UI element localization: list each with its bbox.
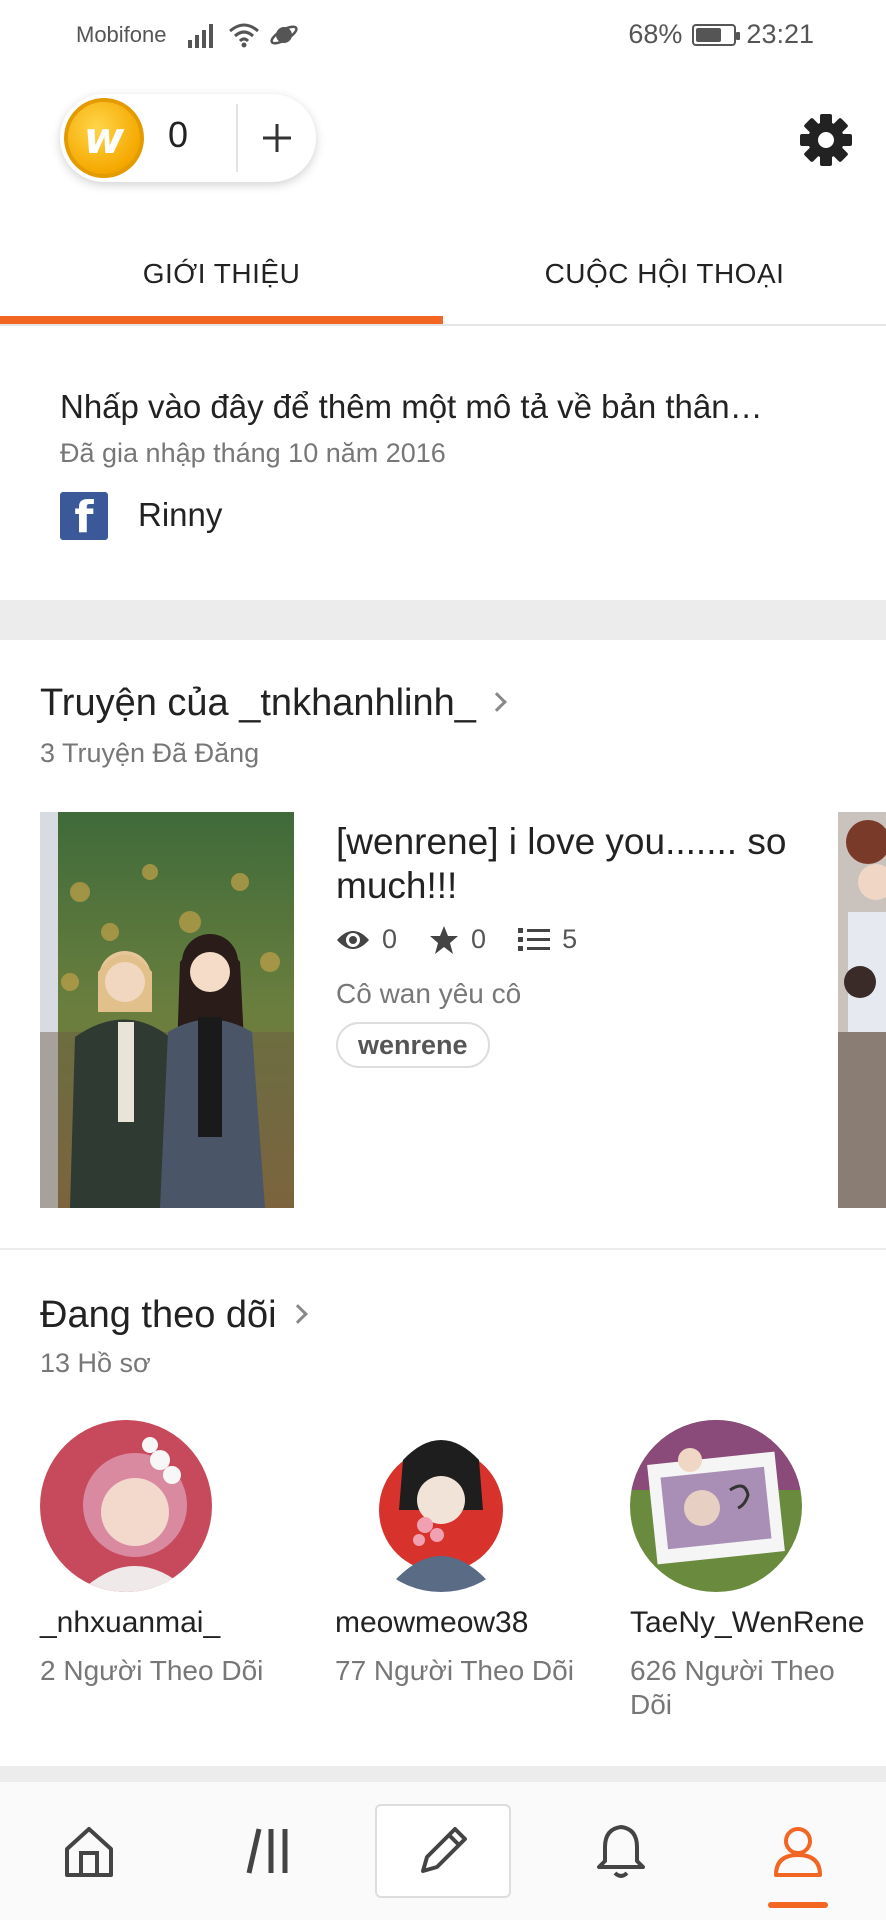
parts-stat: 5 — [518, 924, 577, 955]
profile-followers: 2 Người Theo Dõi — [40, 1655, 264, 1686]
section-divider — [0, 600, 886, 640]
coin-balance-pill[interactable]: w 0 — [60, 94, 316, 182]
list-icon — [518, 927, 551, 951]
add-description-prompt[interactable]: Nhấp vào đây để thêm một mô tả về bản th… — [60, 388, 763, 426]
battery-percent: 68% — [628, 19, 683, 49]
plus-icon — [263, 124, 291, 152]
avatar — [355, 1420, 527, 1592]
votes-stat: 0 — [429, 924, 486, 955]
active-nav-indicator — [768, 1902, 828, 1908]
following-count: 13 Hồ sơ — [40, 1348, 151, 1378]
facebook-icon: f — [60, 492, 108, 540]
home-icon — [65, 1827, 113, 1877]
profile-name: meowmeow38 — [335, 1606, 529, 1639]
stories-title: Truyện của _tnkhanhlinh_ — [40, 682, 476, 724]
avatar — [630, 1420, 802, 1592]
profile-icon — [774, 1827, 822, 1877]
coin-count: 0 — [168, 114, 189, 155]
votes-count: 0 — [471, 924, 487, 954]
story-tag[interactable]: wenrene — [336, 1022, 490, 1068]
signal-icons — [188, 22, 298, 48]
eye-icon — [337, 930, 369, 949]
status-bar: Mobifone 68% 23:21 — [0, 0, 886, 70]
tab-about[interactable]: GIỚI THIỆU — [0, 224, 443, 324]
library-icon — [246, 1828, 288, 1874]
stories-count: 3 Truyện Đã Đăng — [40, 738, 260, 768]
stories-header[interactable]: Truyện của _tnkhanhlinh_ — [40, 682, 507, 725]
nav-notifications[interactable] — [556, 1782, 686, 1920]
chevron-right-icon — [287, 1304, 308, 1324]
wifi-icon — [229, 23, 259, 48]
buy-coins-button[interactable] — [238, 94, 316, 182]
section-divider-thin — [0, 1248, 886, 1250]
coin-icon: w — [64, 98, 144, 178]
facebook-name[interactable]: Rinny — [138, 496, 222, 534]
story-stats: 0 0 5 — [336, 924, 609, 955]
bottom-divider — [0, 1766, 886, 1782]
parts-count: 5 — [562, 924, 578, 954]
write-icon — [421, 1827, 467, 1873]
signal-icon — [188, 24, 213, 48]
tab-conversations[interactable]: CUỘC HỘI THOẠI — [443, 224, 886, 324]
joined-date: Đã gia nhập tháng 10 năm 2016 — [60, 438, 446, 468]
story-cover[interactable] — [40, 812, 294, 1208]
following-title: Đang theo dõi — [40, 1294, 277, 1336]
followed-profile[interactable]: meowmeow38 77 Người Theo Dõi — [335, 1420, 585, 1688]
avatar — [40, 1420, 212, 1592]
profile-followers: 626 Người Theo Dõi — [630, 1655, 835, 1720]
star-icon — [430, 925, 459, 954]
bottom-navigation — [0, 1782, 886, 1920]
profile-tabs: GIỚI THIỆU CUỘC HỘI THOẠI — [0, 224, 886, 326]
settings-button[interactable] — [798, 112, 854, 168]
chevron-right-icon — [486, 692, 507, 712]
battery-icon — [692, 23, 741, 46]
profile-followers: 77 Người Theo Dõi — [335, 1655, 574, 1686]
nav-library[interactable] — [204, 1782, 334, 1920]
views-stat: 0 — [336, 924, 397, 955]
profile-name: _nhxuanmai_ — [40, 1606, 221, 1639]
clock: 23:21 — [746, 19, 814, 49]
next-story-cover[interactable] — [838, 812, 886, 1208]
followed-profile[interactable]: TaeNy_WenRene 626 Người Theo Dõi — [630, 1420, 880, 1722]
views-count: 0 — [382, 924, 398, 954]
profile-name: TaeNy_WenRene — [630, 1606, 865, 1639]
nav-home[interactable] — [24, 1782, 154, 1920]
story-description: Cô wan yêu cô — [336, 978, 522, 1009]
carrier-name: Mobifone — [76, 22, 167, 47]
gear-icon — [800, 114, 852, 166]
notifications-icon — [597, 1825, 645, 1878]
following-header[interactable]: Đang theo dõi — [40, 1294, 308, 1337]
nav-write[interactable] — [375, 1804, 511, 1898]
story-title[interactable]: [wenrene] i love you....... so much!!! — [336, 820, 806, 908]
data-saver-icon — [270, 25, 298, 45]
nav-profile[interactable] — [733, 1782, 863, 1920]
active-tab-indicator — [0, 316, 443, 324]
followed-profile[interactable]: _nhxuanmai_ 2 Người Theo Dõi — [40, 1420, 290, 1688]
